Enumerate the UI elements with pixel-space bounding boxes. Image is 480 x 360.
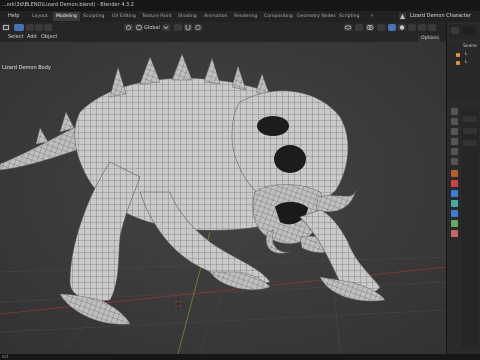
- collection-icon-2: [456, 61, 460, 65]
- tab-shading[interactable]: Shading: [175, 12, 200, 21]
- add-menu[interactable]: Add: [27, 34, 37, 40]
- view-layer-tab-icon[interactable]: [451, 138, 458, 145]
- proportional-edit-icon[interactable]: [194, 24, 202, 31]
- output-tab-icon[interactable]: [451, 128, 458, 135]
- viewport-canvas: [0, 42, 446, 354]
- object-tab-icon[interactable]: [451, 170, 458, 177]
- viewport-header: Select Add Object Global Options: [0, 22, 446, 42]
- property-row[interactable]: [463, 140, 477, 146]
- chevron-down-icon[interactable]: [162, 24, 170, 31]
- status-bar: ect: [0, 354, 480, 360]
- shading-solid-icon[interactable]: [398, 24, 406, 31]
- editor-type-icon[interactable]: [2, 24, 10, 31]
- tab-scripting[interactable]: Scripting: [336, 12, 362, 21]
- shading-wireframe-icon[interactable]: [388, 24, 396, 31]
- shading-rendered-icon[interactable]: [418, 24, 426, 31]
- tab-texture-paint[interactable]: Texture Paint: [139, 12, 175, 21]
- material-tab-icon[interactable]: [451, 230, 458, 237]
- active-object-label: Lizard Demon Body: [2, 65, 51, 71]
- constraints-tab-icon[interactable]: [451, 210, 458, 217]
- tool-tab-icon[interactable]: [451, 108, 458, 115]
- properties-content: [461, 108, 479, 348]
- shading-options-icon[interactable]: [428, 24, 436, 31]
- particles-tab-icon[interactable]: [451, 190, 458, 197]
- panel-header: [449, 24, 479, 40]
- physics-tab-icon[interactable]: [451, 200, 458, 207]
- status-text: ect: [2, 354, 9, 359]
- tab-rendering[interactable]: Rendering: [231, 12, 260, 21]
- edge-select-icon[interactable]: [35, 24, 43, 31]
- orientation-dropdown[interactable]: Global: [144, 25, 160, 31]
- window-titlebar: ...ork\3d\BLEND\Lizard Demon.blend) - Bl…: [0, 0, 480, 11]
- eye-socket-upper: [257, 116, 289, 136]
- face-select-icon[interactable]: [44, 24, 52, 31]
- tab-animation[interactable]: Animation: [201, 12, 230, 21]
- outliner-item-1[interactable]: L: [465, 52, 468, 57]
- data-tab-icon[interactable]: [451, 220, 458, 227]
- outliner-item-scene[interactable]: Scene: [463, 44, 477, 49]
- gizmo-icon[interactable]: [355, 24, 363, 31]
- scene-icon: [399, 13, 406, 20]
- help-menu[interactable]: Help: [8, 13, 19, 19]
- object-menu[interactable]: Object: [41, 34, 57, 40]
- outliner-search-input[interactable]: [463, 27, 475, 34]
- pivot-point-icon[interactable]: [174, 24, 182, 31]
- workspace-bar: Help Layout Modeling Sculpting UV Editin…: [0, 11, 480, 22]
- select-menu[interactable]: Select: [8, 34, 23, 40]
- shading-material-icon[interactable]: [408, 24, 416, 31]
- visibility-icon[interactable]: [344, 24, 352, 31]
- modifier-tab-icon[interactable]: [451, 180, 458, 187]
- tab-compositing[interactable]: Compositing: [261, 12, 296, 21]
- collection-icon: [456, 53, 460, 57]
- render-tab-icon[interactable]: [451, 118, 458, 125]
- snap-icon[interactable]: [184, 24, 192, 31]
- 3d-viewport[interactable]: Lizard Demon Body: [0, 42, 446, 354]
- add-workspace-button[interactable]: +: [367, 12, 377, 21]
- xray-icon[interactable]: [377, 24, 385, 31]
- outliner-editor-icon[interactable]: [451, 27, 459, 34]
- globe-icon[interactable]: [135, 24, 143, 31]
- properties-panel: [447, 102, 480, 354]
- property-row[interactable]: [463, 128, 477, 134]
- tab-layout[interactable]: Layout: [29, 12, 51, 21]
- eye-socket-lower: [274, 145, 306, 173]
- transform-pivot-icon[interactable]: [124, 24, 133, 31]
- scene-selector[interactable]: Lizard Demon Character: [410, 12, 471, 21]
- options-button[interactable]: Options: [418, 35, 440, 42]
- window-title: ...ork\3d\BLEND\Lizard Demon.blend) - Bl…: [2, 2, 134, 8]
- outliner-item-2[interactable]: L: [465, 60, 468, 65]
- outliner: Scene L L: [447, 42, 480, 100]
- world-tab-icon[interactable]: [451, 158, 458, 165]
- object-mode-icon[interactable]: [14, 24, 24, 31]
- overlay-icon[interactable]: [366, 24, 374, 31]
- property-row[interactable]: [463, 116, 477, 122]
- scene-tab-icon[interactable]: [451, 148, 458, 155]
- right-side-panel: Scene L L: [446, 22, 480, 354]
- tab-sculpting[interactable]: Sculpting: [80, 12, 107, 21]
- tab-geometry-nodes[interactable]: Geometry Nodes: [294, 12, 339, 21]
- tab-uv-editing[interactable]: UV Editing: [109, 12, 139, 21]
- vertex-select-icon[interactable]: [26, 24, 34, 31]
- tab-modeling[interactable]: Modeling: [53, 12, 80, 21]
